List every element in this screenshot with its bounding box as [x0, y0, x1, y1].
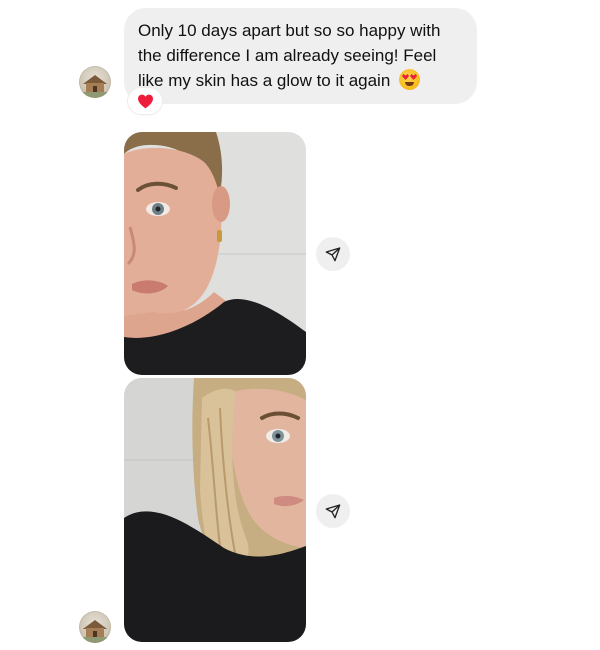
- message-text: Only 10 days apart but so so happy with …: [138, 21, 441, 90]
- selfie-photo-2-image: [124, 378, 306, 642]
- selfie-photo-2[interactable]: [124, 378, 306, 642]
- emoji-mouth-shape: [405, 82, 415, 86]
- selfie-photo-1[interactable]: [124, 132, 306, 375]
- share-button-2[interactable]: [316, 494, 350, 528]
- message-bubble[interactable]: Only 10 days apart but so so happy with …: [124, 8, 477, 104]
- avatar-ground-shape: [79, 92, 111, 98]
- red-heart-icon: [137, 94, 153, 108]
- selfie-photo-1-image: [124, 132, 306, 375]
- share-icon: [325, 247, 341, 262]
- heart-eyes-emoji-icon: [399, 69, 421, 90]
- share-button-1[interactable]: [316, 237, 350, 271]
- heart-eye-left-icon: [402, 74, 410, 80]
- share-icon: [325, 504, 341, 519]
- message-reaction[interactable]: [128, 88, 162, 114]
- avatar-ground-shape: [79, 637, 111, 643]
- sender-avatar[interactable]: [79, 66, 111, 98]
- heart-eye-right-icon: [410, 74, 418, 80]
- sender-avatar[interactable]: [79, 611, 111, 643]
